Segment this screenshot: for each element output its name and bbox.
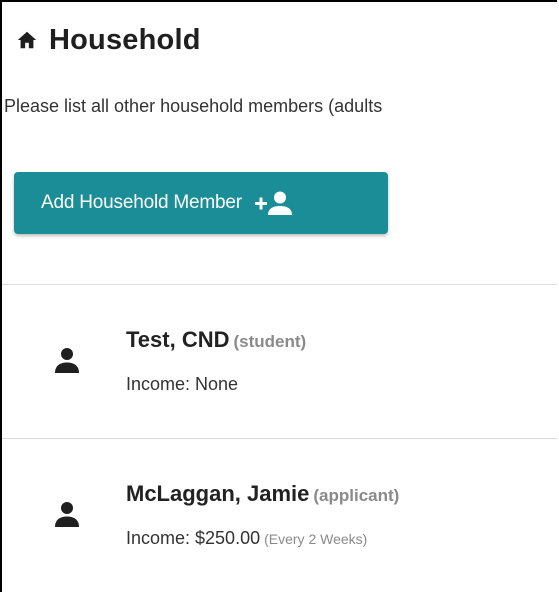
section-header: Household: [16, 22, 201, 58]
household-panel: Household Please list all other househol…: [0, 0, 557, 592]
member-income-line: Income: None: [126, 374, 242, 395]
person-icon: [52, 345, 82, 375]
list-item[interactable]: McLaggan, Jamie (applicant) Income: $250.…: [2, 439, 557, 589]
member-name-line: McLaggan, Jamie (applicant): [126, 481, 399, 507]
member-role: (student): [233, 332, 307, 351]
member-name: Test, CND: [126, 327, 230, 352]
add-person-icon: [254, 190, 294, 216]
intro-text: Please list all other household members …: [4, 96, 383, 116]
person-icon: [52, 499, 82, 529]
add-household-member-label: Add Household Member: [41, 192, 242, 213]
home-icon: [16, 29, 38, 51]
page-title: Household: [49, 23, 201, 56]
member-role: (applicant): [313, 486, 400, 505]
member-name-line: Test, CND (student): [126, 327, 306, 353]
member-income: Income: None: [126, 374, 239, 394]
member-income-line: Income: $250.00 (Every 2 Weeks): [126, 528, 367, 549]
member-income: Income: $250.00: [126, 528, 261, 548]
list-item[interactable]: Test, CND (student) Income: None: [2, 285, 557, 435]
add-household-member-button[interactable]: Add Household Member: [14, 172, 388, 234]
member-income-frequency: (Every 2 Weeks): [264, 531, 368, 547]
member-name: McLaggan, Jamie: [126, 481, 310, 506]
